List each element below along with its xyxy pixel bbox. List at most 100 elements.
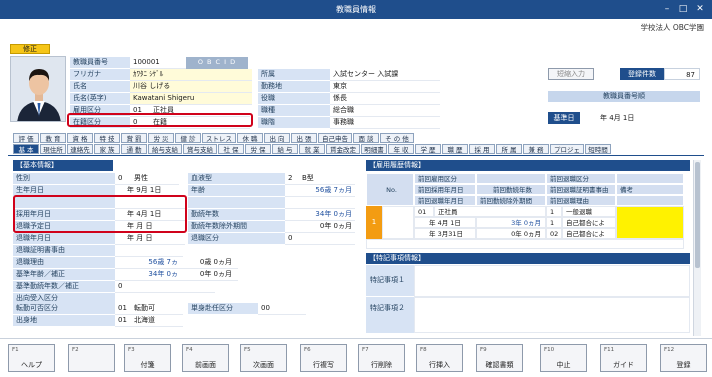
tab-17-bottom[interactable]: 採 用: [469, 144, 495, 154]
tab-12-top[interactable]: 自己申告: [318, 133, 352, 143]
dispatch-value[interactable]: 0: [115, 281, 215, 293]
history-reason-code[interactable]: 02: [546, 228, 562, 239]
base-date-value[interactable]: 年 4月 1日: [582, 112, 652, 124]
note2-field[interactable]: [414, 297, 690, 333]
history-row-marker: [382, 206, 414, 239]
tab-1-top[interactable]: 評 価: [13, 133, 39, 143]
footer-divider: [0, 338, 712, 339]
transfer-code[interactable]: 01: [115, 303, 131, 315]
tab-5-top[interactable]: 賞 罰: [121, 133, 147, 143]
fkey-f10[interactable]: F10 中止: [540, 344, 587, 372]
history-excluded[interactable]: 0年 0ヵ月: [476, 228, 546, 239]
single-value[interactable]: 00: [258, 303, 306, 315]
fkey-f7[interactable]: F7 行削除: [358, 344, 405, 372]
fkey-f6[interactable]: F6 行複写: [300, 344, 347, 372]
history-leave-type-code[interactable]: 1: [546, 206, 562, 217]
tab-6-top[interactable]: 労 災: [148, 133, 174, 143]
vertical-scrollbar[interactable]: [693, 160, 701, 336]
note2-label: 特記事項２: [366, 297, 414, 333]
tab-8-top[interactable]: ストレス: [202, 133, 236, 143]
tab-5-bottom[interactable]: 通 勤: [121, 144, 147, 154]
leave-type-value[interactable]: 0: [285, 233, 355, 245]
blood-label: 血液型: [188, 173, 285, 185]
history-note[interactable]: [616, 206, 684, 239]
note1-field[interactable]: [414, 265, 690, 297]
fkey-f1[interactable]: F1 ヘルプ: [8, 344, 55, 372]
tab-14-top[interactable]: そ の 他: [380, 133, 414, 143]
tab-11-top[interactable]: 出 張: [291, 133, 317, 143]
fkey-f9[interactable]: F9 確認書類: [476, 344, 523, 372]
name-value[interactable]: 川谷 しげる: [130, 81, 252, 93]
tab-19-bottom[interactable]: 兼 務: [523, 144, 549, 154]
fkey-number: F11: [604, 347, 615, 353]
excluded-value[interactable]: 0年 0ヵ月: [285, 221, 355, 233]
staff-order-label[interactable]: 教職員番号順: [548, 91, 700, 102]
name-en-value[interactable]: Kawatani Shigeru: [130, 93, 252, 105]
tab-15-bottom[interactable]: 学 歴: [415, 144, 441, 154]
prev-type-header: 前回雇用区分: [414, 173, 476, 184]
history-service: 3年 0ヵ月: [476, 217, 546, 228]
tab-2-bottom[interactable]: 現住所: [40, 144, 66, 154]
tab-20-bottom[interactable]: プロジェ: [550, 144, 584, 154]
history-type-code[interactable]: 01: [414, 206, 434, 217]
tab-12-bottom[interactable]: 賃金改定: [326, 144, 360, 154]
tab-16-bottom[interactable]: 職 歴: [442, 144, 468, 154]
tab-11-bottom[interactable]: 就 業: [299, 144, 325, 154]
tab-21-bottom[interactable]: 短時間: [585, 144, 611, 154]
leave-date-label: 退職年月日: [13, 233, 115, 245]
fkey-f2[interactable]: F2: [68, 344, 115, 372]
blood-code[interactable]: 2: [285, 173, 299, 185]
fkey-f11[interactable]: F11 ガイド: [600, 344, 647, 372]
leave-cert-value[interactable]: [115, 245, 183, 257]
tab-7-bottom[interactable]: 賞与支給: [183, 144, 217, 154]
tab-13-bottom[interactable]: 明細書: [361, 144, 387, 154]
tab-9-bottom[interactable]: 労 保: [245, 144, 271, 154]
history-hire[interactable]: 年 4月 1日: [414, 217, 476, 228]
origin-code[interactable]: 01: [115, 315, 131, 327]
tab-8-bottom[interactable]: 社 保: [218, 144, 244, 154]
tab-7-top[interactable]: 健 診: [175, 133, 201, 143]
tab-6-bottom[interactable]: 給与支給: [148, 144, 182, 154]
prev-reason-header: 前回退職理由: [546, 195, 616, 206]
tab-2-top[interactable]: 教 育: [40, 133, 66, 143]
tab-14-bottom[interactable]: 年 収: [388, 144, 414, 154]
tab-1-bottom[interactable]: 基 本: [13, 144, 39, 154]
tab-13-top[interactable]: 面 談: [353, 133, 379, 143]
date-fields-highlight: [13, 195, 187, 233]
tab-18-bottom[interactable]: 所 属: [496, 144, 522, 154]
fkey-number: F6: [304, 347, 311, 353]
fkey-label: 前画面: [195, 361, 216, 369]
origin-value: 北海道: [131, 315, 183, 327]
maximize-icon[interactable]: □: [676, 2, 690, 16]
profile-values: 100001: [130, 57, 190, 69]
furigana-value[interactable]: ｶﾜﾀﾆ ｼｹﾞﾙ: [130, 69, 252, 81]
fkey-f12[interactable]: F12 登録: [660, 344, 707, 372]
scrollbar-thumb[interactable]: [695, 162, 700, 268]
tab-4-top[interactable]: 特 技: [94, 133, 120, 143]
short-input-button[interactable]: 短縮入力: [548, 68, 594, 80]
tab-3-top[interactable]: 資 格: [67, 133, 93, 143]
tab-10-bottom[interactable]: 給 与: [272, 144, 298, 154]
fkey-f8[interactable]: F8 行挿入: [416, 344, 463, 372]
fkey-f3[interactable]: F3 付箋: [124, 344, 171, 372]
adj-age-correction[interactable]: 0歳 0ヵ月: [178, 257, 238, 269]
minimize-icon[interactable]: –: [660, 2, 674, 16]
origin-label: 出身地: [13, 315, 115, 327]
history-row-no[interactable]: 1: [366, 206, 382, 239]
tab-10-top[interactable]: 出 向: [264, 133, 290, 143]
history-leave[interactable]: 年 3月31日: [414, 228, 476, 239]
fkey-f4[interactable]: F4 前画面: [182, 344, 229, 372]
history-cert-code[interactable]: 1: [546, 217, 562, 228]
close-icon[interactable]: ✕: [693, 2, 707, 16]
gender-code[interactable]: 0: [115, 173, 131, 185]
staff-no-value[interactable]: 100001: [130, 57, 190, 69]
adj-service-correction[interactable]: 0年 0ヵ月: [178, 269, 238, 281]
tab-9-top[interactable]: 休 職: [237, 133, 263, 143]
fkey-label: 行挿入: [429, 361, 450, 369]
leave-date-value[interactable]: 年 月 日: [115, 233, 185, 245]
fkey-f5[interactable]: F5 次画面: [240, 344, 287, 372]
tab-4-bottom[interactable]: 家 族: [94, 144, 120, 154]
prev-leave-type-header: 前回退職区分: [546, 173, 616, 184]
tab-3-bottom[interactable]: 連絡先: [67, 144, 93, 154]
table-row[interactable]: 01 正社員 1 一般退職 年 4月 1日 3年 0ヵ月 1 自己都合によ 年 …: [414, 206, 684, 239]
